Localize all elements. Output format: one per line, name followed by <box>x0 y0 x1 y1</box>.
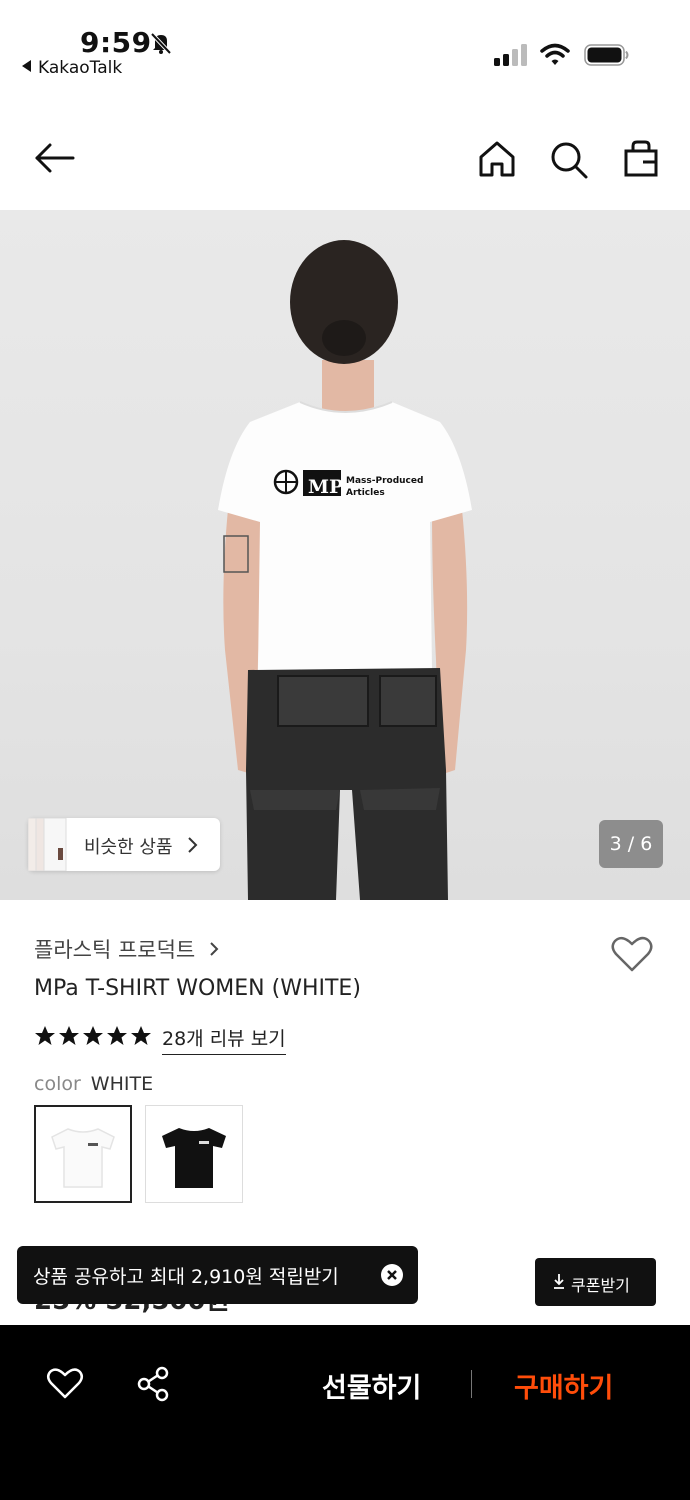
divider <box>471 1370 472 1398</box>
buy-button[interactable]: 구매하기 <box>514 1366 613 1405</box>
similar-thumbnails <box>28 818 67 871</box>
shirt-tagline-2: Articles <box>346 488 385 498</box>
product-image-gallery[interactable]: MPa Mass-Produced Articles <box>0 210 690 900</box>
similar-products-label: 비슷한 상품 <box>84 837 173 858</box>
bottom-action-bar <box>0 1325 690 1500</box>
shirt-tagline-1: Mass-Produced <box>346 476 424 486</box>
share-toast: 상품 공유하고 최대 2,910원 적립받기 <box>17 1246 418 1304</box>
download-icon <box>554 1274 564 1289</box>
similar-products-button[interactable]: 비슷한 상품 <box>28 818 220 871</box>
brand-link[interactable]: 플라스틱 프로덕트 <box>34 934 220 964</box>
gift-button[interactable]: 선물하기 <box>322 1366 421 1405</box>
back-arrow-icon[interactable] <box>33 138 77 182</box>
battery-icon <box>584 44 629 66</box>
wifi-icon <box>540 43 570 65</box>
wishlist-heart-icon[interactable] <box>610 934 654 974</box>
color-row: color WHITE <box>34 1073 153 1095</box>
white-tshirt-thumbnail <box>51 1128 115 1188</box>
bell-muted-icon <box>150 32 172 55</box>
back-triangle-icon <box>22 60 31 72</box>
home-icon[interactable] <box>475 138 519 182</box>
search-icon[interactable] <box>547 138 591 182</box>
image-pager: 3 / 6 <box>599 820 663 868</box>
reviews-link[interactable]: 28개 리뷰 보기 <box>162 1024 286 1055</box>
color-label: color <box>34 1073 81 1095</box>
rating-stars <box>35 1026 151 1045</box>
color-value: WHITE <box>90 1073 154 1095</box>
coupon-label: 쿠폰받기 <box>571 1276 630 1295</box>
black-tshirt-thumbnail <box>162 1128 226 1188</box>
toast-close-button[interactable] <box>381 1264 403 1286</box>
chevron-right-icon <box>188 837 198 853</box>
close-icon <box>387 1270 397 1280</box>
status-time: 9:59 <box>80 26 152 59</box>
brand-name: 플라스틱 프로덕트 <box>34 938 196 962</box>
chevron-right-icon <box>210 942 219 956</box>
share-icon[interactable] <box>136 1366 170 1402</box>
coupon-button[interactable]: 쿠폰받기 <box>535 1258 656 1306</box>
back-app-label: KakaoTalk <box>38 58 123 78</box>
signal-icon <box>494 44 527 66</box>
product-title: MPa T-SHIRT WOMEN (WHITE) <box>34 976 361 1001</box>
product-photo <box>218 240 472 900</box>
swatch-white[interactable] <box>34 1105 132 1203</box>
toast-text: 상품 공유하고 최대 2,910원 적립받기 <box>33 1266 339 1288</box>
shopping-bag-icon[interactable] <box>619 138 663 182</box>
swatch-black[interactable] <box>145 1105 243 1203</box>
back-to-app-link[interactable]: KakaoTalk <box>22 58 122 78</box>
heart-icon[interactable] <box>46 1366 84 1400</box>
